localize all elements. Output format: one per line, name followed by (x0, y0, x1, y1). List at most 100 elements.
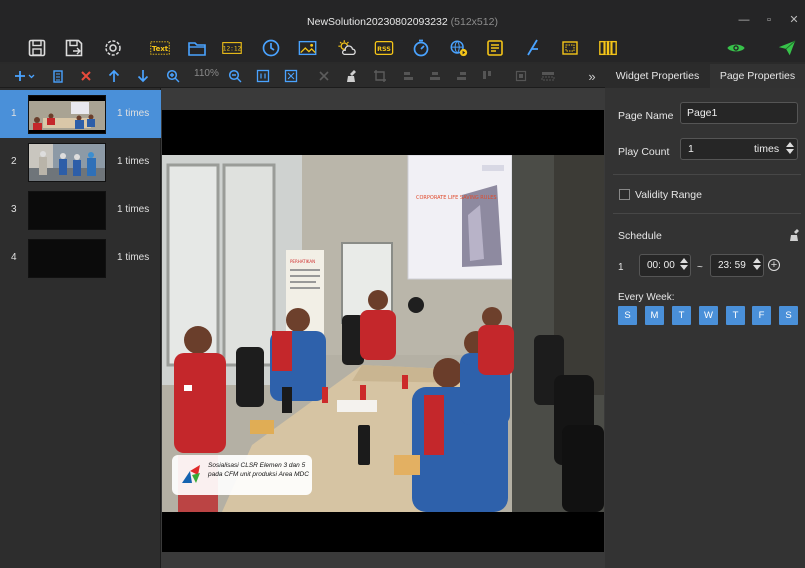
play-count-label: Play Count (618, 146, 670, 158)
day-sunday-button[interactable]: S (618, 306, 637, 325)
maximize-button[interactable]: ▫ (761, 13, 777, 27)
company-logo (182, 465, 200, 483)
save-as-icon[interactable] (61, 36, 87, 60)
page-item-3[interactable]: 3 1 times (0, 186, 161, 234)
end-time-value: 23: 59 (718, 260, 746, 271)
validity-range-checkbox[interactable] (619, 189, 630, 200)
editor-canvas[interactable]: CORPORATE LIFE SAVING RULES PERHATIKAN S… (161, 88, 605, 568)
app-window: NewSolution20230802093232 (512x512) — ▫ … (0, 0, 805, 568)
align-top-icon[interactable] (480, 67, 494, 85)
main-toolbar: Text 12:12 RSS (0, 34, 805, 62)
day-saturday-button[interactable]: S (779, 306, 798, 325)
end-time-input[interactable]: 23: 59 (710, 254, 764, 277)
start-time-stepper[interactable] (680, 256, 688, 274)
page-item-1[interactable]: 1 1 times (0, 90, 161, 138)
same-size-icon[interactable] (540, 67, 556, 85)
start-time-input[interactable]: 00: 00 (639, 254, 691, 277)
play-count-input[interactable]: 1 times (680, 138, 798, 160)
zoom-level: 110% (194, 68, 219, 79)
document-icon[interactable] (482, 36, 508, 60)
page-play-count: 1 times (117, 204, 150, 215)
align-left-icon[interactable] (402, 67, 416, 85)
web-video-icon[interactable] (446, 36, 472, 60)
page-thumbnail-empty (28, 239, 106, 278)
delete-widget-icon[interactable] (316, 67, 332, 85)
solution-resolution: (512x512) (450, 16, 498, 28)
divider (613, 174, 801, 175)
rss-icon[interactable]: RSS (371, 36, 397, 60)
page-play-count: 1 times (117, 156, 150, 167)
actual-size-icon[interactable] (255, 67, 271, 85)
play-count-stepper[interactable] (786, 140, 794, 158)
add-page-icon[interactable] (12, 67, 38, 85)
page-item-2[interactable]: 2 1 times (0, 138, 161, 186)
tab-widget-properties[interactable]: Widget Properties (605, 64, 710, 88)
page-number: 3 (11, 204, 17, 215)
page-thumbnail (28, 95, 106, 134)
crop-icon[interactable] (372, 67, 388, 85)
day-tuesday-button[interactable]: T (672, 306, 691, 325)
page-item-4[interactable]: 4 1 times (0, 234, 161, 282)
text-widget-label: Text (152, 45, 169, 53)
copy-page-icon[interactable] (50, 67, 66, 85)
program-stage[interactable]: CORPORATE LIFE SAVING RULES PERHATIKAN S… (162, 110, 604, 552)
tab-page-properties[interactable]: Page Properties (710, 64, 805, 88)
page-play-count: 1 times (117, 252, 150, 263)
day-wednesday-button[interactable]: W (699, 306, 718, 325)
zoom-in-icon[interactable] (165, 67, 181, 85)
end-time-stepper[interactable] (753, 256, 761, 274)
close-button[interactable]: ✕ (786, 13, 802, 27)
more-tools-icon[interactable]: » (585, 67, 599, 85)
page-number: 4 (11, 252, 17, 263)
color-bar-icon[interactable] (595, 36, 621, 60)
day-thursday-button[interactable]: T (726, 306, 745, 325)
analog-clock-icon[interactable] (258, 36, 284, 60)
day-monday-button[interactable]: M (645, 306, 664, 325)
divider (613, 213, 801, 214)
play-count-value: 1 (688, 143, 694, 155)
caption-text: Sosialisasi CLSR Elemen 3 dan 5 pada CFM… (208, 462, 309, 478)
validity-range-label: Validity Range (635, 189, 702, 201)
align-right-icon[interactable] (454, 67, 468, 85)
settings-icon[interactable] (100, 36, 126, 60)
zoom-out-icon[interactable] (227, 67, 243, 85)
page-name-input[interactable]: Page1 (680, 102, 798, 124)
save-icon[interactable] (24, 36, 50, 60)
weather-icon[interactable] (334, 36, 360, 60)
text-widget-icon[interactable]: Text (147, 36, 173, 60)
image-widget[interactable]: CORPORATE LIFE SAVING RULES PERHATIKAN S… (162, 155, 604, 512)
clear-brush-icon[interactable] (344, 67, 360, 85)
publish-send-icon[interactable] (774, 36, 800, 60)
timer-icon[interactable] (408, 36, 434, 60)
page-thumbnail (28, 143, 106, 182)
distribute-icon[interactable] (514, 67, 528, 85)
folder-icon[interactable] (184, 36, 210, 60)
schedule-label: Schedule (618, 230, 662, 242)
draw-icon[interactable] (520, 36, 546, 60)
preview-eye-icon[interactable] (723, 36, 749, 60)
title-bar: NewSolution20230802093232 (512x512) — ▫ … (0, 0, 805, 34)
align-center-icon[interactable] (428, 67, 442, 85)
screen-title: CORPORATE LIFE SAVING RULES (416, 195, 497, 201)
fit-window-icon[interactable] (283, 67, 299, 85)
page-name-label: Page Name (618, 110, 674, 122)
image-widget-icon[interactable] (295, 36, 321, 60)
page-properties-panel: Page Name Page1 Play Count 1 times Valid… (605, 88, 805, 568)
caption-banner: Sosialisasi CLSR Elemen 3 dan 5 pada CFM… (172, 455, 312, 495)
minimize-button[interactable]: — (736, 13, 752, 27)
add-schedule-button[interactable]: + (768, 259, 780, 271)
clear-schedule-icon[interactable] (789, 228, 801, 246)
window-title: NewSolution20230802093232 (512x512) (0, 16, 805, 28)
schedule-index: 1 (618, 262, 624, 273)
move-down-icon[interactable] (135, 67, 151, 85)
pages-panel: 1 1 times 2 1 times 3 1 times 4 1 times (0, 88, 161, 568)
day-friday-button[interactable]: F (752, 306, 771, 325)
delete-page-icon[interactable] (78, 67, 94, 85)
every-week-label: Every Week: (618, 292, 675, 303)
page-play-count: 1 times (117, 108, 150, 119)
window-icon[interactable] (557, 36, 583, 60)
move-up-icon[interactable] (106, 67, 122, 85)
rss-label: RSS (377, 46, 391, 53)
properties-tabs: Widget Properties Page Properties (605, 64, 805, 88)
digital-clock-icon[interactable]: 12:12 (219, 36, 245, 60)
